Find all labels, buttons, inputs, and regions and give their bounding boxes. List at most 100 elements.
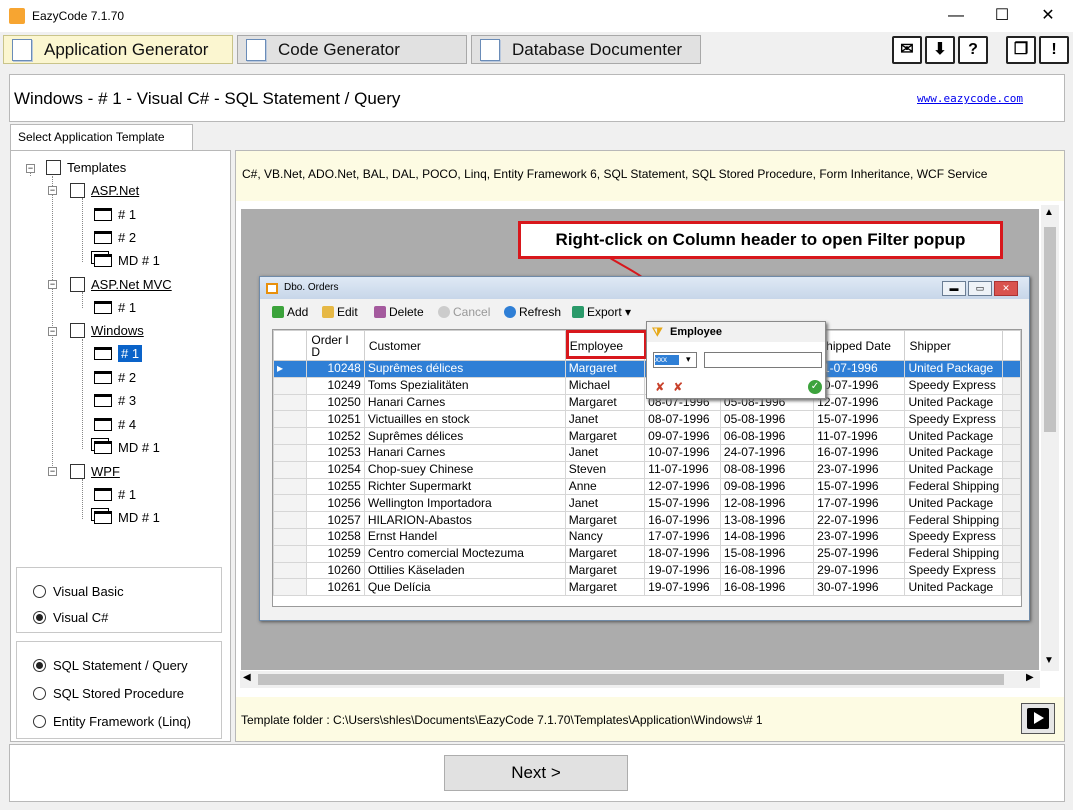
- table-cell: Janet: [564, 410, 646, 429]
- template-folder-bar: Template folder : C:\Users\shles\Documen…: [236, 697, 1064, 741]
- tree-node-windows-1[interactable]: # 1: [94, 345, 143, 362]
- form-icon: [94, 488, 112, 501]
- scroll-up-icon[interactable]: ▲: [1044, 207, 1054, 218]
- orders-window-titlebar: Dbo. Orders: [260, 277, 1029, 299]
- tree-node-windows-md[interactable]: MD # 1: [94, 440, 160, 455]
- collapse-icon[interactable]: −: [48, 467, 57, 476]
- horizontal-scrollbar[interactable]: ◀ ▶: [240, 671, 1040, 688]
- table-cell: Speedy Express: [904, 410, 1004, 429]
- tree-node-windows[interactable]: Windows: [70, 323, 144, 338]
- checkbox[interactable]: [70, 277, 85, 292]
- next-button[interactable]: Next >: [444, 755, 628, 791]
- table-row: 10254 Chop-suey Chinese Steven 11-07-1996 08…: [273, 460, 1021, 479]
- tab-select-template[interactable]: Select Application Template: [10, 124, 193, 151]
- checkbox[interactable]: [70, 183, 85, 198]
- cancel-icon: [438, 306, 450, 318]
- tree-node-windows-4[interactable]: # 4: [94, 417, 136, 432]
- tree-node-aspnet-md[interactable]: MD # 1: [94, 253, 160, 268]
- checkbox[interactable]: [70, 323, 85, 338]
- table-row: 10255 Richter Supermarkt Anne 12-07-1996 09-…: [273, 477, 1021, 496]
- alert-icon[interactable]: !: [1039, 36, 1069, 64]
- table-row: 10261 Que Delícia Margaret 19-07-1996 16-08-…: [273, 578, 1021, 597]
- collapse-icon[interactable]: −: [48, 280, 57, 289]
- tree-node-wpf[interactable]: WPF: [70, 464, 120, 479]
- tree-node-wpf-md[interactable]: MD # 1: [94, 510, 160, 525]
- grid-scrollbar: [1002, 427, 1021, 445]
- orders-window-screenshot: Dbo. Orders ▬ ▭ ✕ Add Edit Delete Cancel…: [259, 276, 1030, 621]
- tree-node-aspnet-1[interactable]: # 1: [94, 207, 136, 222]
- table-cell: Hanari Carnes: [363, 393, 566, 412]
- grid-scrollbar: [1002, 410, 1021, 429]
- radio-sql-statement[interactable]: SQL Statement / Query: [33, 658, 188, 673]
- radio-entity-framework[interactable]: Entity Framework (Linq): [33, 714, 191, 729]
- tree-node-mvc-1[interactable]: # 1: [94, 300, 136, 315]
- remove-filter-icon: ✘: [673, 380, 684, 394]
- row-selector: [273, 427, 308, 445]
- tree-node-templates[interactable]: Templates: [46, 160, 126, 175]
- help-icon[interactable]: ?: [958, 36, 988, 64]
- play-icon: [1027, 708, 1049, 729]
- row-header: [273, 330, 308, 361]
- radio-visual-csharp[interactable]: Visual C#: [33, 610, 108, 625]
- close-button[interactable]: ✕: [1025, 0, 1071, 32]
- tree-node-aspnet-mvc[interactable]: ASP.Net MVC: [70, 277, 172, 292]
- table-cell: 18-07-1996: [644, 544, 721, 563]
- scroll-down-icon[interactable]: ▼: [1044, 655, 1054, 666]
- run-button[interactable]: [1021, 703, 1055, 734]
- table-cell: Nancy: [564, 527, 646, 546]
- table-cell: 12-07-1996: [813, 393, 906, 412]
- radio-visual-basic[interactable]: Visual Basic: [33, 584, 124, 599]
- template-description: C#, VB.Net, ADO.Net, BAL, DAL, POCO, Lin…: [242, 167, 988, 181]
- tree-node-wpf-1[interactable]: # 1: [94, 487, 136, 502]
- orders-toolbar: Add Edit Delete Cancel Refresh Export ▾: [266, 301, 1026, 323]
- table-cell: 16-07-1996: [644, 511, 721, 529]
- table-cell: 10248: [306, 360, 365, 378]
- tree-node-aspnet-2[interactable]: # 2: [94, 230, 136, 245]
- tree-node-windows-3[interactable]: # 3: [94, 393, 136, 408]
- table-cell: 22-07-1996: [813, 511, 906, 529]
- minimize-button[interactable]: —: [933, 0, 979, 32]
- download-icon[interactable]: ⬇: [925, 36, 955, 64]
- table-row: 10259 Centro comercial Moctezuma Margaret 1…: [273, 544, 1021, 563]
- form-icon: [94, 208, 112, 221]
- collapse-icon[interactable]: −: [26, 164, 35, 173]
- table-row: 10253 Hanari Carnes Janet 10-07-1996 24-07-1…: [273, 443, 1021, 462]
- tree-node-aspnet[interactable]: ASP.Net: [70, 183, 139, 198]
- minimize-icon: ▬: [942, 281, 966, 296]
- vertical-scrollbar[interactable]: ▲ ▼: [1041, 205, 1059, 671]
- table-cell: 16-08-1996: [719, 578, 815, 597]
- website-link[interactable]: www.eazycode.com: [917, 92, 1023, 105]
- table-cell: United Package: [904, 443, 1004, 462]
- table-cell: Toms Spezialitäten: [363, 376, 566, 395]
- checkbox[interactable]: [46, 160, 61, 175]
- table-cell: Janet: [564, 443, 646, 462]
- grid-scrollbar: [1002, 393, 1021, 412]
- scroll-thumb[interactable]: [1044, 227, 1056, 432]
- column-header-shipper: Shipper: [904, 330, 1004, 361]
- checkbox[interactable]: [70, 464, 85, 479]
- table-cell: Suprêmes délices: [363, 360, 566, 378]
- row-selector: [273, 494, 308, 513]
- row-selector: [273, 561, 308, 580]
- tab-database-documenter[interactable]: Database Documenter: [471, 35, 701, 64]
- grid-scrollbar: [1002, 443, 1021, 462]
- collapse-icon[interactable]: −: [48, 327, 57, 336]
- windows-icon[interactable]: ❐: [1006, 36, 1036, 64]
- table-cell: Ottilies Käseladen: [363, 561, 566, 580]
- tree-node-windows-2[interactable]: # 2: [94, 370, 136, 385]
- collapse-icon[interactable]: −: [48, 186, 57, 195]
- scroll-left-icon[interactable]: ◀: [243, 672, 251, 683]
- maximize-button[interactable]: ☐: [979, 0, 1025, 32]
- scroll-thumb[interactable]: [258, 674, 1004, 685]
- grid-scrollbar: [1002, 561, 1021, 580]
- restore-icon: ▭: [968, 281, 992, 296]
- table-cell: 10250: [306, 393, 365, 412]
- row-selector: [273, 544, 308, 563]
- mail-icon[interactable]: ✉: [892, 36, 922, 64]
- radio-sql-stored-procedure[interactable]: SQL Stored Procedure: [33, 686, 184, 701]
- table-cell: Richter Supermarkt: [363, 477, 566, 496]
- tab-code-generator[interactable]: Code Generator: [237, 35, 467, 64]
- table-cell: 15-07-1996: [813, 477, 906, 496]
- scroll-right-icon[interactable]: ▶: [1026, 672, 1034, 683]
- tab-application-generator[interactable]: Application Generator: [3, 35, 233, 64]
